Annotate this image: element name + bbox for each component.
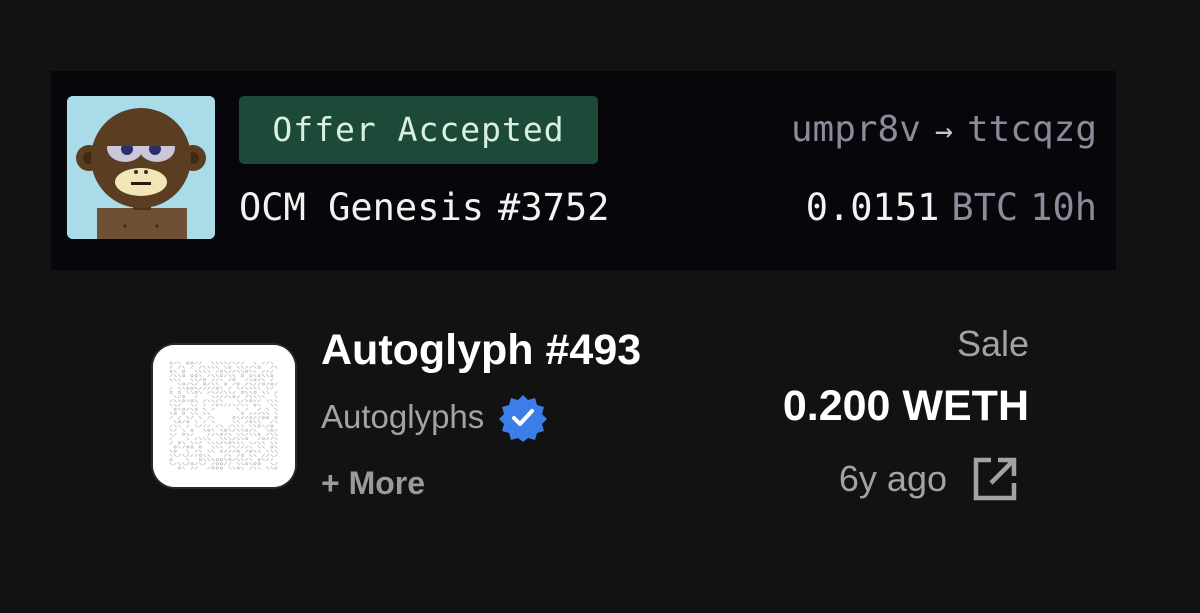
time-row: 6y ago: [839, 453, 1021, 505]
monkey-avatar-image: [67, 96, 215, 239]
to-address[interactable]: ttcqzg: [967, 109, 1097, 150]
more-button[interactable]: + More: [321, 465, 425, 502]
status-badge: Offer Accepted: [239, 96, 598, 164]
external-link-icon[interactable]: [969, 453, 1021, 505]
verified-badge-icon: [499, 395, 548, 442]
offer-age: 10h: [1030, 186, 1097, 229]
collection-row: Autoglyphs: [321, 395, 548, 442]
arrow-right-icon: →: [934, 114, 953, 149]
offer-accepted-card[interactable]: Offer Accepted umpr8v → ttcqzg OCM Genesis…: [51, 71, 1116, 270]
event-type: Sale: [956, 323, 1029, 364]
nft-token-id: #3752: [498, 186, 610, 229]
autoglyph-image: [153, 345, 295, 487]
sale-price: 0.200 WETH: [782, 382, 1029, 430]
offer-price: 0.0151 BTC 10h: [806, 179, 1097, 237]
price-currency: BTC: [951, 186, 1019, 229]
autoglyph-thumbnail[interactable]: [153, 345, 295, 487]
price-amount: 0.0151: [805, 186, 940, 229]
nft-thumbnail[interactable]: [67, 96, 215, 239]
time-ago: 6y ago: [838, 458, 947, 499]
nft-collection: OCM Genesis: [239, 186, 485, 229]
from-address[interactable]: umpr8v: [791, 109, 921, 150]
nft-name[interactable]: OCM Genesis #3752: [239, 179, 609, 237]
collection-name[interactable]: Autoglyphs: [321, 398, 484, 436]
sale-title[interactable]: Autoglyph #493: [321, 326, 641, 375]
transfer-route: umpr8v → ttcqzg: [791, 96, 1097, 164]
